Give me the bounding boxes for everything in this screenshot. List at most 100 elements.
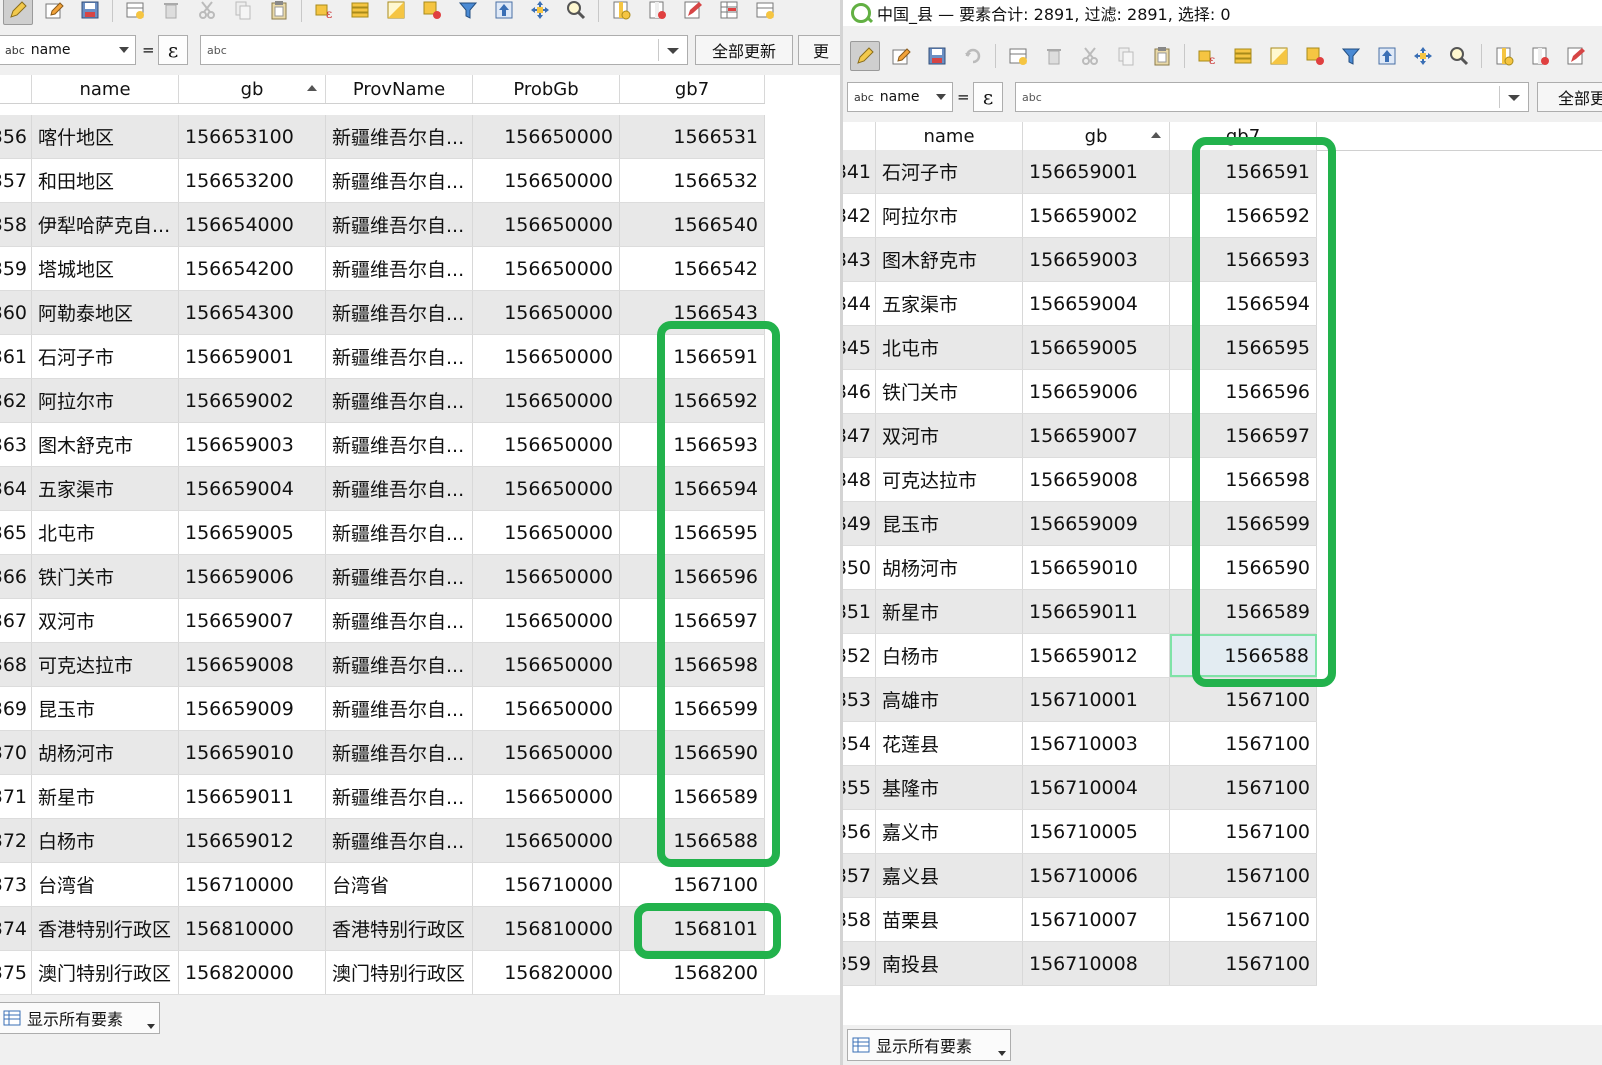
move-top-icon[interactable] [1372, 41, 1402, 71]
table-row[interactable]: 374香港特别行政区156810000香港特别行政区15681000015681… [0, 907, 765, 951]
row-number[interactable]: 361 [0, 335, 32, 378]
cell-gb[interactable]: 156710006 [1023, 854, 1170, 897]
cell-probgb[interactable]: 156650000 [473, 203, 620, 246]
cell-prov[interactable]: 新疆维吾尔自... [326, 731, 473, 774]
cell-probgb[interactable]: 156650000 [473, 775, 620, 818]
table-row[interactable]: 356喀什地区156653100新疆维吾尔自...156650000156653… [0, 115, 765, 159]
cell-gb7[interactable]: 1568200 [620, 951, 765, 994]
cell-gb7[interactable]: 1566543 [620, 291, 765, 334]
cell-probgb[interactable]: 156650000 [473, 643, 620, 686]
cell-gb7[interactable]: 1566595 [620, 511, 765, 554]
cell-name[interactable]: 台湾省 [32, 863, 179, 906]
column-header-name[interactable]: name [32, 75, 179, 103]
deselect-icon[interactable] [1300, 41, 1330, 71]
cell-gb7[interactable]: 1566588 [1170, 634, 1317, 677]
table-row[interactable]: 365北屯市156659005新疆维吾尔自...1566500001566595 [0, 511, 765, 555]
cell-gb[interactable]: 156654000 [179, 203, 326, 246]
cell-gb[interactable]: 156659002 [179, 379, 326, 422]
row-number[interactable]: 375 [0, 951, 32, 994]
cell-prov[interactable]: 新疆维吾尔自... [326, 687, 473, 730]
cell-name[interactable]: 图木舒克市 [876, 238, 1023, 281]
row-number[interactable]: 365 [0, 511, 32, 554]
cell-gb7[interactable]: 1566594 [1170, 282, 1317, 325]
row-number[interactable]: 359 [0, 247, 32, 290]
cell-gb7[interactable]: 1566531 [620, 115, 765, 158]
cell-gb[interactable]: 156659005 [1023, 326, 1170, 369]
table-row[interactable]: 2852白杨市1566590121566588 [843, 634, 1317, 678]
move-top-icon[interactable] [489, 0, 519, 25]
left-show-all-features-button[interactable]: 显示所有要素 [0, 1002, 160, 1034]
cell-gb[interactable]: 156710000 [179, 863, 326, 906]
copy-icon[interactable] [1111, 41, 1141, 71]
cell-name[interactable]: 新星市 [876, 590, 1023, 633]
cell-gb[interactable]: 156659001 [1023, 150, 1170, 193]
field-calc-icon[interactable] [1561, 41, 1591, 71]
table-row[interactable]: 361石河子市156659001新疆维吾尔自...156650000156659… [0, 335, 765, 379]
right-expression-input[interactable]: abc [1015, 82, 1529, 112]
cell-probgb[interactable]: 156650000 [473, 731, 620, 774]
table-row[interactable]: 2841石河子市1566590011566591 [843, 150, 1317, 194]
row-number[interactable]: 2842 [843, 194, 876, 237]
cell-gb[interactable]: 156659008 [1023, 458, 1170, 501]
add-row-icon[interactable] [1003, 41, 1033, 71]
row-number[interactable]: 2846 [843, 370, 876, 413]
cell-gb7[interactable]: 1567100 [1170, 854, 1317, 897]
cell-prov[interactable]: 新疆维吾尔自... [326, 599, 473, 642]
row-number[interactable]: 356 [0, 115, 32, 158]
table-row[interactable]: 363图木舒克市156659003新疆维吾尔自...15665000015665… [0, 423, 765, 467]
cell-prov[interactable]: 新疆维吾尔自... [326, 247, 473, 290]
cell-name[interactable]: 五家渠市 [876, 282, 1023, 325]
edit-multi-icon[interactable] [886, 41, 916, 71]
cell-probgb[interactable]: 156820000 [473, 951, 620, 994]
invert-select-icon[interactable] [1264, 41, 1294, 71]
pencil-icon[interactable] [3, 0, 33, 25]
cell-prov[interactable]: 香港特别行政区 [326, 907, 473, 950]
expression-select-icon[interactable]: ε [1192, 41, 1222, 71]
cell-gb7[interactable]: 1566589 [620, 775, 765, 818]
add-row-icon[interactable] [120, 0, 150, 25]
cell-probgb[interactable]: 156810000 [473, 907, 620, 950]
update-all-button[interactable]: 全部更新 [695, 35, 793, 65]
table-row[interactable]: 371新星市156659011新疆维吾尔自...1566500001566589 [0, 775, 765, 819]
row-number[interactable]: 2859 [843, 942, 876, 985]
cell-gb7[interactable]: 1566542 [620, 247, 765, 290]
table-row[interactable]: 2845北屯市1566590051566595 [843, 326, 1317, 370]
table-row[interactable]: 370胡杨河市156659010新疆维吾尔自...156650000156659… [0, 731, 765, 775]
table-row[interactable]: 2849昆玉市1566590091566599 [843, 502, 1317, 546]
cell-probgb[interactable]: 156650000 [473, 159, 620, 202]
column-header-provname[interactable]: ProvName [326, 75, 473, 103]
cell-gb[interactable]: 156659001 [179, 335, 326, 378]
row-number[interactable]: 368 [0, 643, 32, 686]
row-number[interactable]: 366 [0, 555, 32, 598]
add-row-icon[interactable] [750, 0, 780, 25]
cell-probgb[interactable]: 156650000 [473, 599, 620, 642]
cell-gb[interactable]: 156653200 [179, 159, 326, 202]
column-header-name[interactable]: name [876, 122, 1023, 150]
table-row[interactable]: 2856嘉义市1567100051567100 [843, 810, 1317, 854]
cell-name[interactable]: 新星市 [32, 775, 179, 818]
cell-name[interactable]: 阿拉尔市 [876, 194, 1023, 237]
update-filtered-button[interactable]: 更 [798, 35, 840, 65]
copy-icon[interactable] [228, 0, 258, 25]
cell-gb[interactable]: 156659006 [1023, 370, 1170, 413]
row-number[interactable]: 369 [0, 687, 32, 730]
cell-name[interactable]: 石河子市 [876, 150, 1023, 193]
table-row[interactable]: 359塔城地区156654200新疆维吾尔自...156650000156654… [0, 247, 765, 291]
cell-gb7[interactable]: 1566591 [620, 335, 765, 378]
row-number[interactable]: 358 [0, 203, 32, 246]
row-number[interactable]: 364 [0, 467, 32, 510]
cell-name[interactable]: 双河市 [32, 599, 179, 642]
cell-gb7[interactable]: 1566590 [620, 731, 765, 774]
cell-prov[interactable]: 新疆维吾尔自... [326, 379, 473, 422]
cell-gb7[interactable]: 1566590 [1170, 546, 1317, 589]
column-header-gb7[interactable]: gb7 [1170, 122, 1317, 150]
cell-prov[interactable]: 新疆维吾尔自... [326, 335, 473, 378]
cell-gb7[interactable]: 1566588 [620, 819, 765, 862]
row-number[interactable]: 2853 [843, 678, 876, 721]
cell-name[interactable]: 澳门特别行政区 [32, 951, 179, 994]
cell-gb[interactable]: 156659005 [179, 511, 326, 554]
cell-prov[interactable]: 新疆维吾尔自... [326, 115, 473, 158]
cell-prov[interactable]: 新疆维吾尔自... [326, 159, 473, 202]
deselect-icon[interactable] [417, 0, 447, 25]
left-field-select[interactable]: abc name [0, 35, 136, 65]
